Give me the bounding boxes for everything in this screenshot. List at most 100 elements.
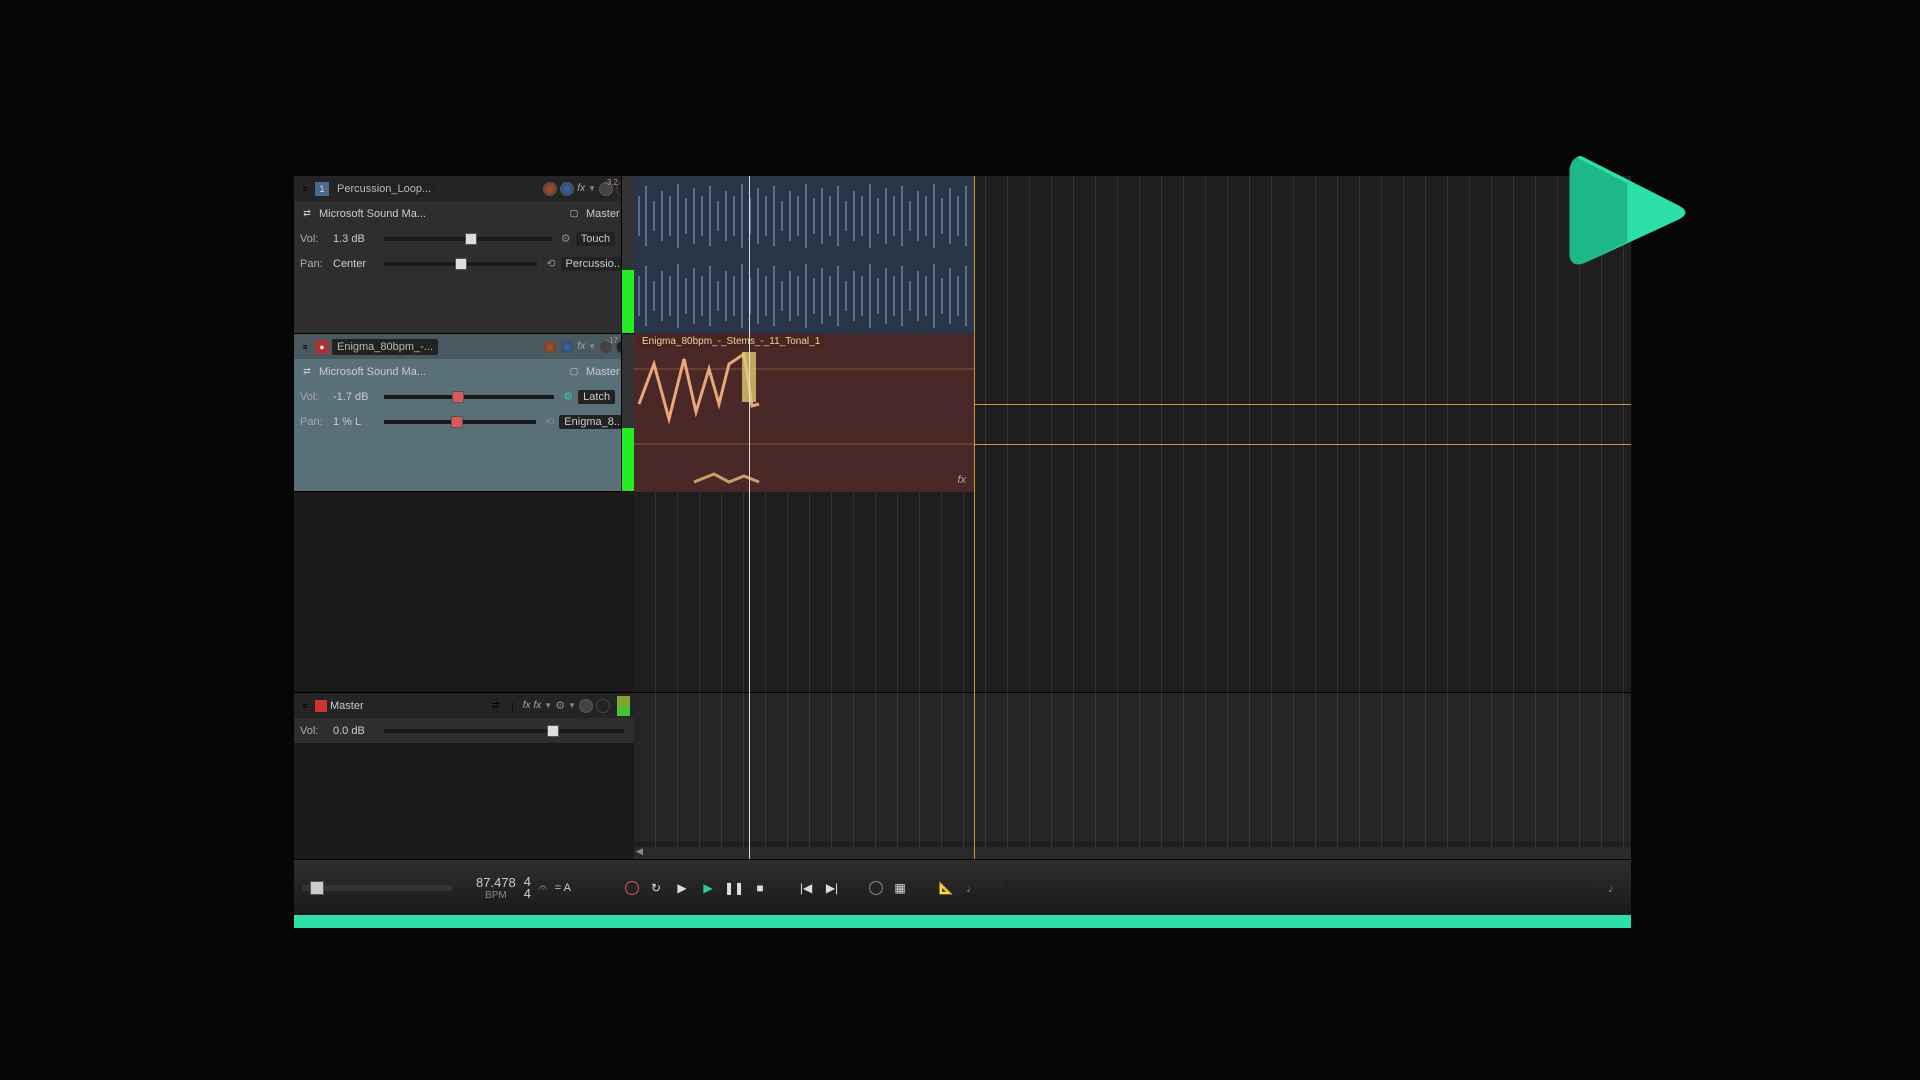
bpm-label: BPM bbox=[476, 890, 516, 901]
skip-back-button[interactable]: |◀ bbox=[797, 879, 815, 897]
brand-accent-bar bbox=[294, 915, 1631, 928]
chevron-down-icon[interactable]: ▼ bbox=[568, 701, 576, 710]
count-in-button[interactable]: ♩ bbox=[963, 879, 981, 897]
timeline[interactable]: Enigma_80bpm_-_Stems_-_11_Tonal_1 fx bbox=[634, 176, 1631, 859]
horizontal-scrollbar[interactable]: ◀ bbox=[634, 847, 1631, 859]
master-volume-slider[interactable] bbox=[384, 729, 624, 733]
playhead[interactable] bbox=[749, 176, 750, 859]
routing-icon[interactable]: ⇄ bbox=[300, 207, 314, 221]
meter-track2 bbox=[621, 334, 634, 491]
monitor-icon[interactable] bbox=[560, 340, 574, 354]
master-name[interactable]: Master bbox=[330, 700, 372, 712]
automation-mode-2[interactable]: Latch bbox=[578, 390, 615, 404]
arm-record-icon[interactable] bbox=[543, 340, 557, 354]
fx-icon[interactable]: fx bbox=[577, 341, 585, 352]
transport-bar: 87.478 BPM 4 4 𝄐 = A ↻ ▶ ▶ ❚❚ ■ |◀ ▶| ▦ … bbox=[294, 859, 1631, 915]
clip-label-enigma: Enigma_80bpm_-_Stems_-_11_Tonal_1 bbox=[638, 335, 824, 348]
dim-icon[interactable] bbox=[596, 699, 610, 713]
track-enigma[interactable]: -17 ≡ ● Enigma_80bpm_-... fx ▼ ⇄ Microso… bbox=[294, 334, 634, 492]
link-icon[interactable]: ⟲ bbox=[545, 415, 554, 428]
routing-icon[interactable]: ⇄ bbox=[489, 699, 503, 713]
pause-button[interactable]: ❚❚ bbox=[725, 879, 743, 897]
insert-icon[interactable]: | bbox=[506, 699, 520, 713]
waveform-percussion bbox=[634, 176, 974, 334]
gear-icon[interactable]: ⚙ bbox=[555, 699, 565, 712]
chevron-down-icon[interactable]: ▼ bbox=[544, 701, 552, 710]
key-label[interactable]: = A bbox=[555, 882, 571, 894]
waveform-enigma bbox=[634, 334, 974, 492]
master-timeline-lane[interactable] bbox=[634, 692, 1631, 842]
metronome-toggle-icon[interactable]: ♩ bbox=[1605, 879, 1623, 897]
automation-target-2[interactable]: Enigma_8... bbox=[559, 415, 628, 429]
play-start-button[interactable]: ▶ bbox=[699, 879, 717, 897]
pan-value-2: 1 % L bbox=[333, 416, 375, 428]
envelope-line-2[interactable] bbox=[974, 444, 1631, 445]
link-icon[interactable]: ⟲ bbox=[546, 257, 555, 270]
tuning-fork-icon[interactable]: 𝄐 bbox=[539, 879, 547, 896]
meter-track1 bbox=[621, 176, 634, 333]
pan-value-1: Center bbox=[333, 258, 375, 270]
vol-label-2: Vol: bbox=[300, 391, 328, 403]
pan-label-1: Pan: bbox=[300, 258, 328, 270]
monitor-icon[interactable] bbox=[560, 182, 574, 196]
empty-track-area[interactable] bbox=[294, 492, 634, 692]
bpm-value[interactable]: 87.478 bbox=[476, 875, 516, 890]
brand-play-logo bbox=[1555, 140, 1700, 290]
envelope-line-1[interactable] bbox=[974, 404, 1631, 405]
volume-slider-1[interactable] bbox=[384, 237, 552, 241]
scroll-left-icon[interactable]: ◀ bbox=[636, 846, 643, 857]
vol-value-2: -1.7 dB bbox=[333, 391, 375, 403]
pan-slider-1[interactable] bbox=[384, 262, 537, 266]
track-menu-icon[interactable]: ≡ bbox=[298, 182, 312, 196]
track-percussion[interactable]: -3.2 ≡ 1 Percussion_Loop... fx ▼ ⇄ Micro… bbox=[294, 176, 634, 334]
daw-window: -3.2 ≡ 1 Percussion_Loop... fx ▼ ⇄ Micro… bbox=[294, 176, 1631, 940]
skip-forward-button[interactable]: ▶| bbox=[823, 879, 841, 897]
track-menu-icon[interactable]: ≡ bbox=[298, 699, 312, 713]
track-menu-icon[interactable]: ≡ bbox=[298, 340, 312, 354]
chevron-down-icon[interactable]: ▼ bbox=[588, 184, 596, 193]
time-signature[interactable]: 4 4 bbox=[524, 876, 531, 900]
master-panel: ≡ Master ⇄ | fx fx ▼ ⚙ ▼ bbox=[294, 692, 634, 859]
automation-target-1[interactable]: Percussio... bbox=[561, 257, 628, 271]
play-button[interactable]: ▶ bbox=[673, 879, 691, 897]
bus-icon: ▢ bbox=[567, 207, 581, 221]
stop-button[interactable]: ■ bbox=[751, 879, 769, 897]
master-meter bbox=[617, 696, 630, 716]
output-device-1[interactable]: Microsoft Sound Ma... bbox=[319, 208, 562, 220]
arm-record-icon[interactable] bbox=[543, 182, 557, 196]
master-record-indicator[interactable] bbox=[315, 700, 327, 712]
gear-icon[interactable]: ⚙ bbox=[561, 232, 571, 245]
track-record-indicator[interactable]: ● bbox=[315, 340, 329, 354]
vol-label-1: Vol: bbox=[300, 233, 328, 245]
master-vol-label: Vol: bbox=[300, 725, 328, 737]
grid-button[interactable]: ▦ bbox=[891, 879, 909, 897]
output-device-2[interactable]: Microsoft Sound Ma... bbox=[319, 366, 562, 378]
volume-slider-2[interactable] bbox=[384, 395, 554, 399]
loop-button[interactable]: ↻ bbox=[647, 879, 665, 897]
tempo-slider[interactable] bbox=[302, 885, 452, 891]
record-mode-button[interactable] bbox=[869, 881, 883, 895]
fx-chain-icon[interactable]: fx bbox=[534, 700, 542, 711]
mute-icon[interactable] bbox=[579, 699, 593, 713]
automation-mode-1[interactable]: Touch bbox=[576, 232, 615, 246]
fx-icon[interactable]: fx bbox=[523, 700, 531, 711]
gear-icon[interactable]: ⚙ bbox=[563, 390, 573, 403]
meter-peak-2: -17 bbox=[606, 336, 618, 345]
meter-peak-1: -3.2 bbox=[604, 178, 618, 187]
metronome-button[interactable]: 📐 bbox=[937, 879, 955, 897]
clip-enigma[interactable]: Enigma_80bpm_-_Stems_-_11_Tonal_1 fx bbox=[634, 334, 974, 492]
vol-value-1: 1.3 dB bbox=[333, 233, 375, 245]
chevron-down-icon[interactable]: ▼ bbox=[588, 342, 596, 351]
fx-label-clip[interactable]: fx bbox=[957, 474, 966, 486]
track-name-1[interactable]: Percussion_Loop... bbox=[332, 181, 436, 197]
loop-end-marker[interactable] bbox=[974, 176, 975, 859]
track-panel: -3.2 ≡ 1 Percussion_Loop... fx ▼ ⇄ Micro… bbox=[294, 176, 634, 859]
fx-icon[interactable]: fx bbox=[577, 183, 585, 194]
track-name-2[interactable]: Enigma_80bpm_-... bbox=[332, 339, 438, 355]
pan-slider-2[interactable] bbox=[384, 420, 536, 424]
track-number-1[interactable]: 1 bbox=[315, 182, 329, 196]
pan-label-2: Pan: bbox=[300, 416, 328, 428]
clip-percussion[interactable] bbox=[634, 176, 974, 334]
record-button[interactable] bbox=[625, 881, 639, 895]
routing-icon[interactable]: ⇄ bbox=[300, 365, 314, 379]
